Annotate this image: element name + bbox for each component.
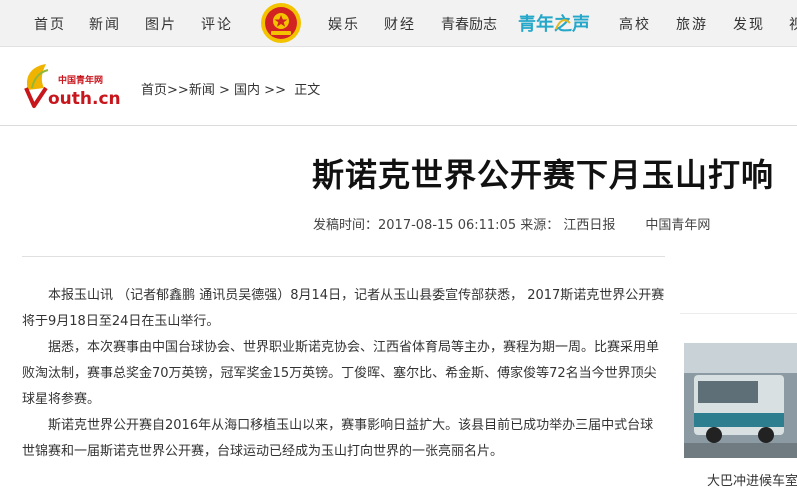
source-name[interactable]: 江西日报 xyxy=(563,218,615,233)
site-name[interactable]: 中国青年网 xyxy=(645,218,710,233)
breadcrumb: 首页>>新闻 > 国内 >> 正文 xyxy=(141,79,320,98)
breadcrumb-domestic[interactable]: 国内 xyxy=(234,83,260,98)
nav-item-entertainment[interactable]: 娱乐 xyxy=(328,14,360,34)
top-nav: 首页 新闻 图片 评论 娱乐 财经 青春励志 青年之声 高校 旅游 发现 视 xyxy=(0,0,797,47)
thumbnail-caption[interactable]: 大巴冲进候车室 xyxy=(707,470,797,489)
sidebar-divider xyxy=(680,313,797,314)
nav-item-youth-inspire[interactable]: 青春励志 xyxy=(441,14,497,34)
nav-item-photos[interactable]: 图片 xyxy=(145,14,177,34)
logo-main-text: outh.cn xyxy=(48,89,121,109)
article-body: 本报玉山讯 （记者郁鑫鹏 通讯员吴德强）8月14日，记者从玉山县委宣传部获悉， … xyxy=(22,283,665,465)
breadcrumb-separator: > xyxy=(218,83,230,98)
publish-time: 2017-08-15 06:11:05 xyxy=(378,218,517,233)
nav-item-video[interactable]: 视 xyxy=(789,14,797,34)
news-thumbnail[interactable] xyxy=(684,343,797,458)
breadcrumb-home[interactable]: 首页 xyxy=(141,83,167,98)
breadcrumb-separator: >> xyxy=(167,83,189,98)
article-title: 斯诺克世界公开赛下月玉山打响 xyxy=(311,156,774,194)
breadcrumb-separator: >> xyxy=(264,83,286,98)
article-meta: 发稿时间：2017-08-15 06:11:05 来源： 江西日报 中国青年网 xyxy=(313,214,710,233)
breadcrumb-news[interactable]: 新闻 xyxy=(189,83,215,98)
nav-item-travel[interactable]: 旅游 xyxy=(676,14,708,34)
youth-cn-logo[interactable]: 中国青年网 outh.cn xyxy=(22,62,132,112)
article-paragraph: 本报玉山讯 （记者郁鑫鹏 通讯员吴德强）8月14日，记者从玉山县委宣传部获悉， … xyxy=(22,288,665,329)
meta-label: 发稿时间： xyxy=(313,218,379,233)
nav-item-universities[interactable]: 高校 xyxy=(619,14,651,34)
content-divider xyxy=(22,256,665,257)
nav-item-news[interactable]: 新闻 xyxy=(89,14,121,34)
article-paragraph: 斯诺克世界公开赛自2016年从海口移植玉山以来，赛事影响日益扩大。该县目前已成功… xyxy=(22,418,654,459)
nav-item-discover[interactable]: 发现 xyxy=(733,14,765,34)
header-divider xyxy=(0,125,797,126)
qnzs-logo[interactable]: 青年之声 xyxy=(518,9,602,37)
source-label: 来源： xyxy=(520,218,560,233)
nav-item-home[interactable]: 首页 xyxy=(34,14,66,34)
breadcrumb-current: 正文 xyxy=(294,83,321,98)
cyl-emblem-icon[interactable] xyxy=(260,2,302,44)
qnzs-logo-text: 青年之声 xyxy=(518,13,590,35)
nav-item-finance[interactable]: 财经 xyxy=(384,14,416,34)
article-paragraph: 据悉，本次赛事由中国台球协会、世界职业斯诺克协会、江西省体育局等主办，赛程为期一… xyxy=(22,340,660,407)
logo-top-text: 中国青年网 xyxy=(58,74,103,86)
nav-item-comment[interactable]: 评论 xyxy=(201,14,233,34)
